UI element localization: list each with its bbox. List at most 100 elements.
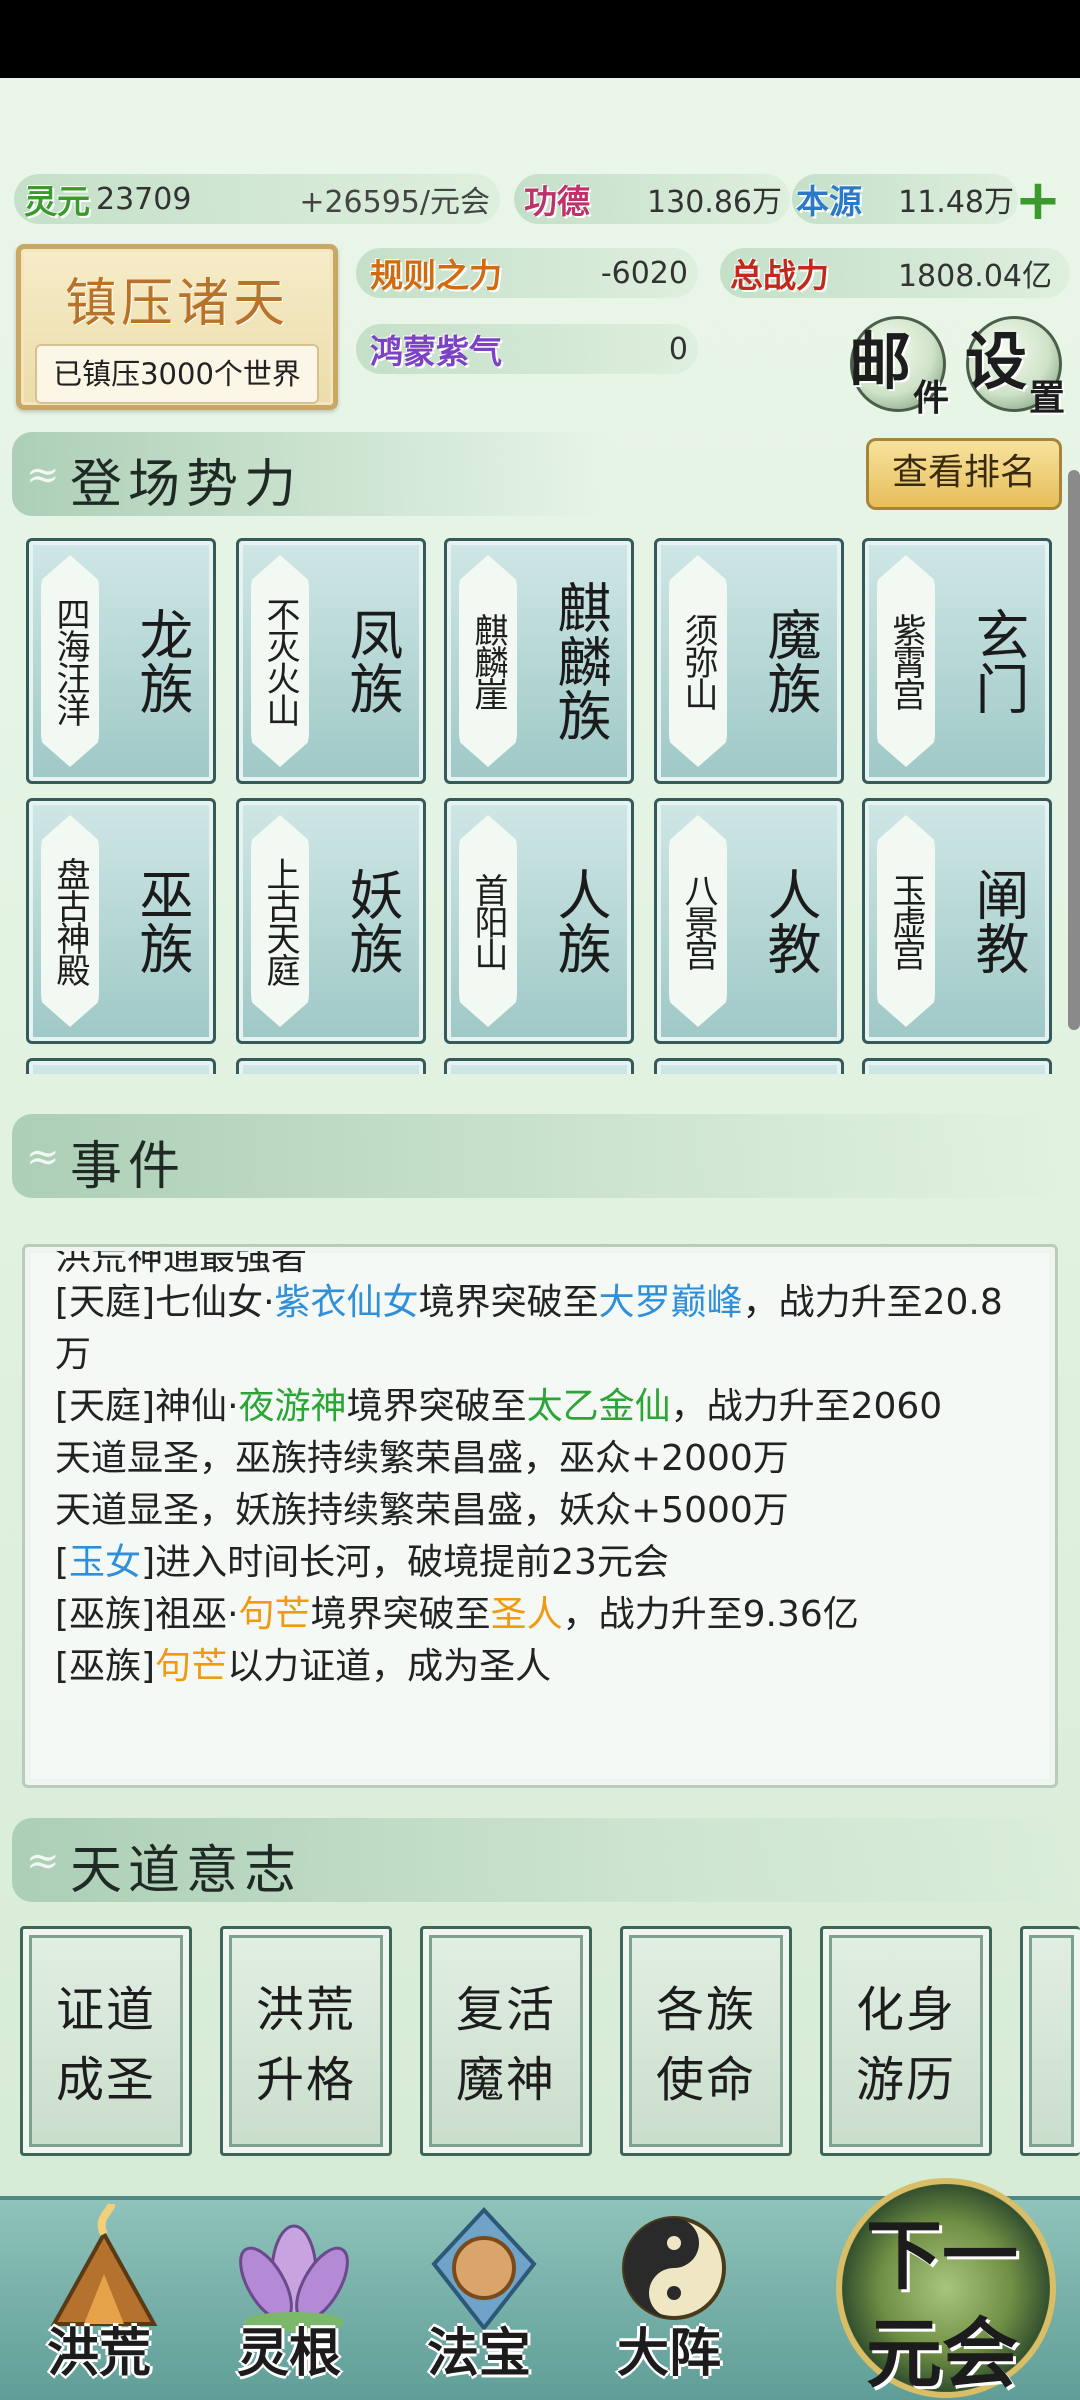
event-line: [玉女]进入时间长河，破境提前23元会 [55,1537,1025,1589]
faction-card[interactable]: 八景宫 人教 [654,798,844,1044]
view-ranking-button[interactable]: 查看排名 [866,438,1062,510]
event-line-cut: 洪荒神通最强者 [55,1251,308,1277]
zongzhanli-bar: 总战力 1808.04亿 [720,248,1070,298]
will-action-card[interactable]: 各族 使命 [620,1926,792,2156]
faction-card-partial[interactable] [654,1058,844,1074]
lingyuan-label: 灵元 [24,182,90,221]
event-text: 境界突破至 [346,1386,527,1427]
next-epoch-button[interactable]: 下一 元会 [836,2178,1056,2398]
mail-icon: 邮 [849,325,912,398]
event-text: [天庭]神仙· [55,1386,239,1427]
event-realm: 圣人 [490,1594,563,1635]
events-header: ≈ 事件 [12,1114,1072,1198]
faction-name: 人教 [758,867,821,975]
faction-place: 八景宫 [669,815,727,1027]
will-action-label: 洪荒 升格 [255,1982,356,2108]
will-action-card[interactable]: 洪荒 升格 [220,1926,392,2156]
will-action-label: 化身 游历 [855,1982,956,2108]
lingyuan-bar: 灵元 23709 +26595/元会 [14,174,500,224]
event-person: 夜游神 [238,1386,347,1427]
faction-card[interactable]: 不灭火山 凤族 [236,538,426,784]
faction-place: 上古天庭 [251,815,309,1027]
hongmeng-bar: 鸿蒙紫气 0 [356,324,698,374]
event-text: [巫族]祖巫· [55,1594,239,1635]
faction-card-partial[interactable] [444,1058,634,1074]
faction-card[interactable]: 玉虚宫 阐教 [862,798,1052,1044]
will-action-card[interactable]: 化身 游历 [820,1926,992,2156]
factions-grid: 四海汪洋 龙族 不灭火山 凤族 麒麟崖 麒麟族 须弥山 魔族 紫霄宫 玄门 盘古… [0,530,1080,1074]
guize-bar: 规则之力 -6020 [356,248,698,298]
nav-fabao-label: 法宝 [426,2323,531,2384]
event-text: 境界突破至 [310,1594,491,1635]
faction-name: 麒麟族 [548,580,611,742]
event-text: ]进入时间长河，破境提前23元会 [141,1542,669,1583]
events-log[interactable]: 洪荒神通最强者 [天庭]七仙女·紫衣仙女境界突破至大罗巅峰，战力升至20.8万 … [22,1244,1058,1788]
faction-card[interactable]: 四海汪洋 龙族 [26,538,216,784]
nav-fabao[interactable]: 法宝 [404,2196,554,2396]
faction-name: 魔族 [758,607,821,715]
nav-linggen[interactable]: 灵根 [214,2196,364,2396]
gongde-bar: 功德 130.86万 [514,174,790,224]
faction-place: 玉虚宫 [877,815,935,1027]
faction-card-partial[interactable] [862,1058,1052,1074]
nav-dazhen-label: 大阵 [616,2323,721,2384]
will-action-card[interactable]: 证道 成圣 [20,1926,192,2156]
lingyuan-rate: +26595/元会 [299,185,490,220]
add-resource-button[interactable]: + [1012,168,1064,233]
mail-label: 件 [912,377,949,419]
zongzhanli-label: 总战力 [730,256,829,295]
will-action-label: 复活 魔神 [455,1982,556,2108]
benyuan-bar: 本源 11.48万 [792,174,1018,224]
cloud-swirl-icon: ≈ [26,1134,60,1180]
benyuan-value: 11.48万 [898,185,1014,220]
benyuan-label: 本源 [796,182,862,221]
faction-card[interactable]: 麒麟崖 麒麟族 [444,538,634,784]
event-line: [巫族]祖巫·句芒境界突破至圣人，战力升至9.36亿 [55,1589,1025,1641]
faction-place: 麒麟崖 [459,555,517,767]
settings-button[interactable]: 设 置 [965,316,1065,419]
nav-honghuang-label: 洪荒 [46,2323,151,2384]
faction-name: 巫族 [130,867,193,975]
event-person: 句芒 [155,1646,228,1687]
will-action-label: 各族 使命 [655,1982,756,2108]
events-title: 事件 [70,1137,187,1197]
hongmeng-value: 0 [668,331,688,367]
nav-honghuang[interactable]: 洪荒 [24,2196,174,2396]
event-text: [ [55,1542,70,1583]
nav-dazhen[interactable]: 大阵 [594,2196,744,2396]
factions-header: ≈ 登场势力 [12,432,612,516]
faction-card[interactable]: 盘古神殿 巫族 [26,798,216,1044]
will-action-label: 证道 成圣 [55,1982,156,2108]
faction-place: 不灭火山 [251,555,309,767]
event-text: ，战力升至2060 [670,1386,943,1427]
event-person: 句芒 [238,1594,311,1635]
will-action-card[interactable]: 复活 魔神 [420,1926,592,2156]
cloud-swirl-icon: ≈ [26,452,60,498]
event-line: 天道显圣，妖族持续繁荣昌盛，妖众+5000万 [55,1490,789,1531]
faction-card[interactable]: 紫霄宫 玄门 [862,538,1052,784]
suppress-worlds-panel[interactable]: 镇压诸天 已镇压3000个世界 [16,244,338,410]
faction-place: 四海汪洋 [41,555,99,767]
hongmeng-label: 鸿蒙紫气 [370,332,502,371]
gongde-label: 功德 [524,182,590,221]
next-epoch-label-2: 元会 [866,2309,1018,2398]
faction-card[interactable]: 上古天庭 妖族 [236,798,426,1044]
nav-linggen-label: 灵根 [236,2323,341,2384]
event-line: [巫族]句芒以力证道，成为圣人 [55,1641,1025,1693]
will-action-card-partial[interactable] [1020,1926,1080,2156]
faction-place: 紫霄宫 [877,555,935,767]
lingyuan-value: 23709 [96,181,192,217]
event-text: 以力证道，成为圣人 [227,1646,552,1687]
faction-card-partial[interactable] [236,1058,426,1074]
scroll-indicator[interactable] [1068,470,1080,1030]
suppress-count: 已镇压3000个世界 [35,344,319,404]
faction-card-partial[interactable] [26,1058,216,1074]
event-line: [天庭]七仙女·紫衣仙女境界突破至大罗巅峰，战力升至20.8万 [55,1277,1025,1381]
event-text: [天庭]七仙女· [55,1282,275,1323]
heaven-will-title: 天道意志 [70,1841,303,1901]
event-text: ，战力升至9.36亿 [562,1594,859,1635]
faction-card[interactable]: 须弥山 魔族 [654,538,844,784]
gongde-value: 130.86万 [647,185,782,220]
faction-card[interactable]: 首阳山 人族 [444,798,634,1044]
mail-button[interactable]: 邮 件 [849,316,949,419]
